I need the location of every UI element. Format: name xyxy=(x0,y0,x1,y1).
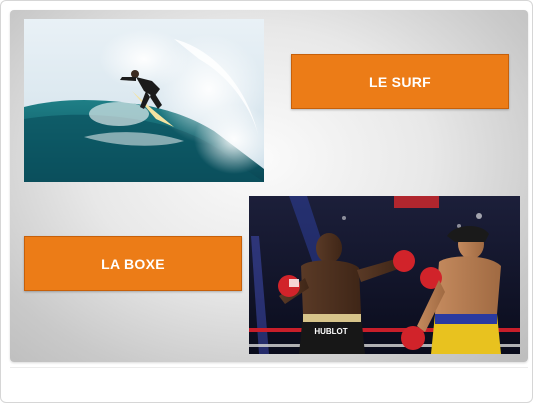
slide-footer xyxy=(10,367,528,398)
slide-canvas: LE SURF LA BOXE HUBLOT xyxy=(10,10,528,362)
surf-photo xyxy=(24,19,264,182)
slide-window: LE SURF LA BOXE HUBLOT xyxy=(0,0,533,403)
boxing-label-text: LA BOXE xyxy=(101,255,165,272)
trunks-logo-text: HUBLOT xyxy=(314,327,347,336)
boxing-label-box[interactable]: LA BOXE xyxy=(24,236,242,291)
surf-label-box[interactable]: LE SURF xyxy=(291,54,509,109)
surf-label-text: LE SURF xyxy=(369,73,431,90)
boxing-photo: HUBLOT xyxy=(249,196,520,354)
